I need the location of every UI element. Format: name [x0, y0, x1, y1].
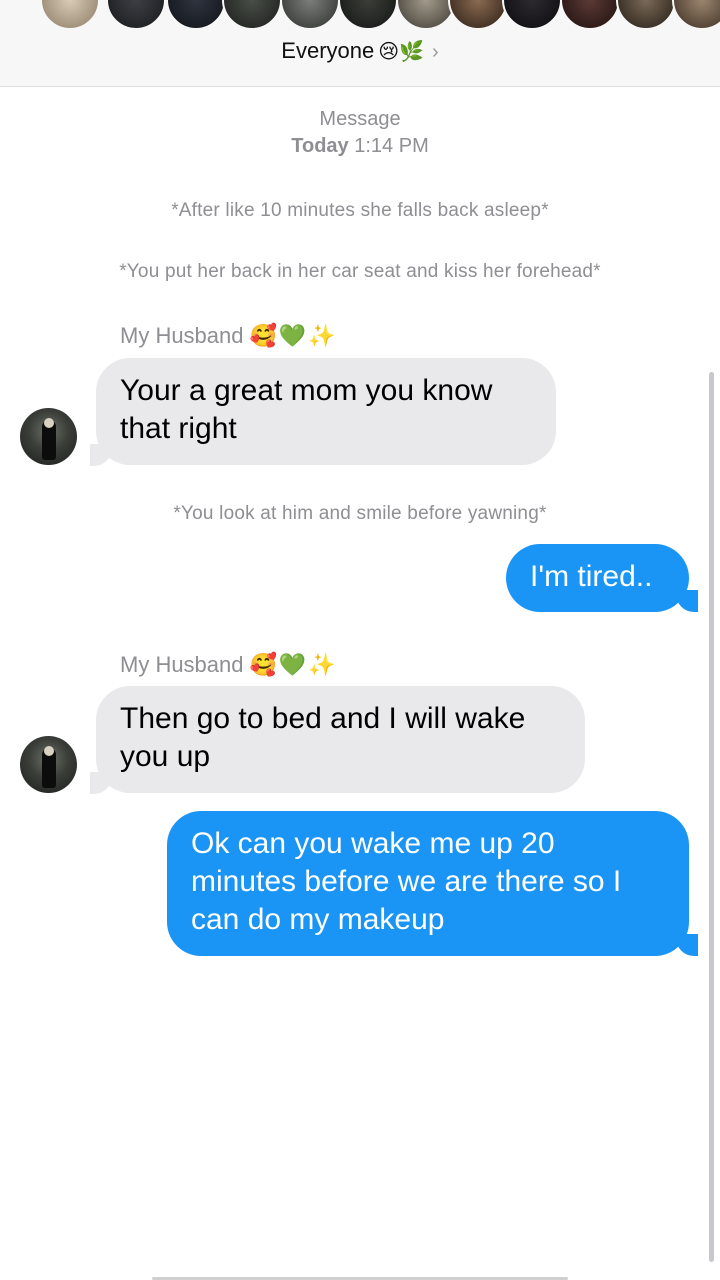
contact-avatar[interactable]: [20, 408, 77, 465]
group-avatar[interactable]: [338, 0, 398, 30]
group-avatar[interactable]: [672, 0, 720, 30]
group-avatar[interactable]: [616, 0, 676, 30]
outgoing-message-bubble[interactable]: I'm tired..: [506, 544, 689, 612]
sender-emoji: 🥰💚✨: [249, 323, 338, 348]
group-avatar[interactable]: [396, 0, 456, 30]
incoming-message-bubble[interactable]: Your a great mom you know that right: [96, 358, 556, 465]
group-avatar[interactable]: [560, 0, 620, 30]
scrollbar[interactable]: [709, 372, 714, 1262]
timestamp: Today 1:14 PM: [0, 135, 720, 158]
group-avatar[interactable]: [166, 0, 226, 30]
sender-name-label: My Husband: [120, 652, 244, 677]
sender-emoji: 🥰💚✨: [249, 652, 338, 677]
chevron-right-icon[interactable]: ›: [432, 41, 439, 63]
group-avatar[interactable]: [106, 0, 166, 30]
narration-text: *You put her back in her car seat and ki…: [119, 261, 601, 282]
group-avatar[interactable]: [40, 0, 100, 30]
narration-text: *You look at him and smile before yawnin…: [173, 503, 547, 524]
narration-text: *After like 10 minutes she falls back as…: [171, 200, 549, 221]
service-label: Message: [319, 108, 401, 130]
sender-name-label: My Husband: [120, 323, 244, 348]
contact-avatar[interactable]: [20, 736, 77, 793]
group-avatar[interactable]: [222, 0, 282, 30]
group-avatars[interactable]: [0, 0, 720, 30]
avatar-face: [44, 418, 54, 428]
avatar-face: [44, 746, 54, 756]
group-title[interactable]: Everyone 😢🌿 ›: [0, 38, 720, 64]
group-emoji: 😢🌿: [378, 41, 425, 63]
incoming-message-bubble[interactable]: Then go to bed and I will wake you up: [96, 686, 585, 793]
timestamp-day: Today: [291, 135, 349, 157]
outgoing-message-bubble[interactable]: Ok can you wake me up 20 minutes before …: [167, 811, 689, 956]
sender-name: My Husband 🥰💚✨: [120, 652, 338, 678]
group-avatar[interactable]: [280, 0, 340, 30]
group-avatar[interactable]: [502, 0, 562, 30]
group-avatar[interactable]: [448, 0, 508, 30]
conversation-header: Everyone 😢🌿 ›: [0, 0, 720, 87]
sender-name: My Husband 🥰💚✨: [120, 323, 338, 349]
timestamp-time: 1:14 PM: [354, 135, 429, 157]
group-name-label: Everyone: [281, 38, 375, 63]
